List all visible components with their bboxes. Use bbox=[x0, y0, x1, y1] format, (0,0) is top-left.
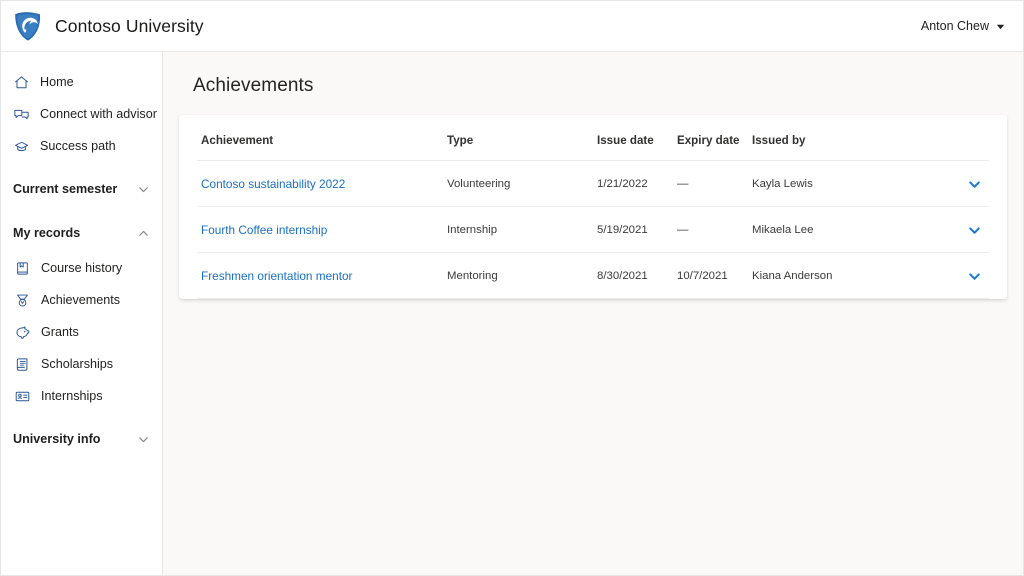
achievements-table: Achievement Type Issue date Expiry date … bbox=[197, 115, 989, 299]
cell-actions bbox=[943, 253, 989, 299]
caret-down-icon bbox=[996, 22, 1005, 31]
graduation-cap-icon bbox=[13, 138, 30, 155]
scroll-icon bbox=[14, 356, 31, 373]
sidebar-item-label: Connect with advisor bbox=[40, 107, 157, 121]
table-header-row: Achievement Type Issue date Expiry date … bbox=[197, 115, 989, 161]
user-menu-button[interactable]: Anton Chew bbox=[919, 15, 1007, 37]
cell-achievement: Freshmen orientation mentor bbox=[197, 253, 447, 299]
cell-issued-by: Kayla Lewis bbox=[752, 161, 943, 207]
column-header-issued-by: Issued by bbox=[752, 115, 943, 161]
book-icon bbox=[14, 260, 31, 277]
expand-row-button[interactable] bbox=[961, 173, 987, 195]
achievement-link[interactable]: Freshmen orientation mentor bbox=[201, 269, 352, 283]
cell-actions bbox=[943, 161, 989, 207]
cell-issue-date: 1/21/2022 bbox=[597, 161, 677, 207]
cell-actions bbox=[943, 207, 989, 253]
sidebar-item-label: Achievements bbox=[41, 293, 120, 307]
table-body: Contoso sustainability 2022 Volunteering… bbox=[197, 161, 989, 299]
cell-issue-date: 8/30/2021 bbox=[597, 253, 677, 299]
cell-expiry-date: — bbox=[677, 161, 752, 207]
top-header-bar: Contoso University Anton Chew bbox=[1, 1, 1023, 52]
sidebar-my-records-children: Course history Achievements bbox=[1, 250, 162, 412]
chevron-down-icon bbox=[137, 183, 150, 196]
sidebar-section-current-semester[interactable]: Current semester bbox=[1, 172, 162, 206]
sidebar-item-grants[interactable]: Grants bbox=[1, 316, 162, 348]
expand-row-button[interactable] bbox=[961, 265, 987, 287]
main-content: Achievements Achievement Type Issue date… bbox=[163, 52, 1023, 575]
column-header-expiry-date: Expiry date bbox=[677, 115, 752, 161]
id-card-icon bbox=[14, 388, 31, 405]
brand-name: Contoso University bbox=[55, 16, 204, 37]
cell-type: Volunteering bbox=[447, 161, 597, 207]
cell-expiry-date: 10/7/2021 bbox=[677, 253, 752, 299]
sidebar-section-label: University info bbox=[13, 432, 100, 446]
cell-achievement: Fourth Coffee internship bbox=[197, 207, 447, 253]
sidebar-section-university-info[interactable]: University info bbox=[1, 422, 162, 456]
sidebar-item-success-path[interactable]: Success path bbox=[1, 130, 162, 162]
cell-issued-by: Kiana Anderson bbox=[752, 253, 943, 299]
table-row: Contoso sustainability 2022 Volunteering… bbox=[197, 161, 989, 207]
sidebar-item-connect-with-advisor[interactable]: Connect with advisor bbox=[1, 98, 162, 130]
chevron-down-icon bbox=[137, 433, 150, 446]
sidebar-item-label: Grants bbox=[41, 325, 79, 339]
user-name-label: Anton Chew bbox=[921, 19, 989, 33]
column-header-achievement: Achievement bbox=[197, 115, 447, 161]
cell-expiry-date: — bbox=[677, 207, 752, 253]
chevron-up-icon bbox=[137, 227, 150, 240]
sidebar-item-internships[interactable]: Internships bbox=[1, 380, 162, 412]
medal-icon bbox=[14, 292, 31, 309]
sidebar-item-achievements[interactable]: Achievements bbox=[1, 284, 162, 316]
sidebar-item-course-history[interactable]: Course history bbox=[1, 252, 162, 284]
sidebar-item-label: Internships bbox=[41, 389, 103, 403]
table-row: Freshmen orientation mentor Mentoring 8/… bbox=[197, 253, 989, 299]
column-header-actions bbox=[943, 115, 989, 161]
app-body: Home Connect with advisor bbox=[1, 52, 1023, 575]
contoso-shield-wolf-logo-icon bbox=[11, 9, 45, 43]
cell-type: Mentoring bbox=[447, 253, 597, 299]
table-row: Fourth Coffee internship Internship 5/19… bbox=[197, 207, 989, 253]
achievement-link[interactable]: Contoso sustainability 2022 bbox=[201, 177, 345, 191]
piggy-bank-icon bbox=[14, 324, 31, 341]
sidebar-section-label: My records bbox=[13, 226, 80, 240]
achievement-link[interactable]: Fourth Coffee internship bbox=[201, 223, 327, 237]
home-icon bbox=[13, 74, 30, 91]
brand[interactable]: Contoso University bbox=[11, 9, 204, 43]
sidebar-item-label: Scholarships bbox=[41, 357, 113, 371]
expand-row-button[interactable] bbox=[961, 219, 987, 241]
achievements-card: Achievement Type Issue date Expiry date … bbox=[179, 115, 1007, 299]
app-window: Contoso University Anton Chew Home bbox=[0, 0, 1024, 576]
sidebar-item-label: Course history bbox=[41, 261, 122, 275]
chat-bubbles-icon bbox=[13, 106, 30, 123]
table-header: Achievement Type Issue date Expiry date … bbox=[197, 115, 989, 161]
cell-issue-date: 5/19/2021 bbox=[597, 207, 677, 253]
sidebar-item-label: Success path bbox=[40, 139, 116, 153]
sidebar-item-label: Home bbox=[40, 75, 74, 89]
cell-type: Internship bbox=[447, 207, 597, 253]
sidebar-section-label: Current semester bbox=[13, 182, 117, 196]
sidebar-section-my-records[interactable]: My records bbox=[1, 216, 162, 250]
sidebar-item-home[interactable]: Home bbox=[1, 66, 162, 98]
cell-achievement: Contoso sustainability 2022 bbox=[197, 161, 447, 207]
cell-issued-by: Mikaela Lee bbox=[752, 207, 943, 253]
sidebar-item-scholarships[interactable]: Scholarships bbox=[1, 348, 162, 380]
sidebar: Home Connect with advisor bbox=[1, 52, 163, 575]
column-header-type: Type bbox=[447, 115, 597, 161]
page-title: Achievements bbox=[193, 75, 1007, 97]
column-header-issue-date: Issue date bbox=[597, 115, 677, 161]
